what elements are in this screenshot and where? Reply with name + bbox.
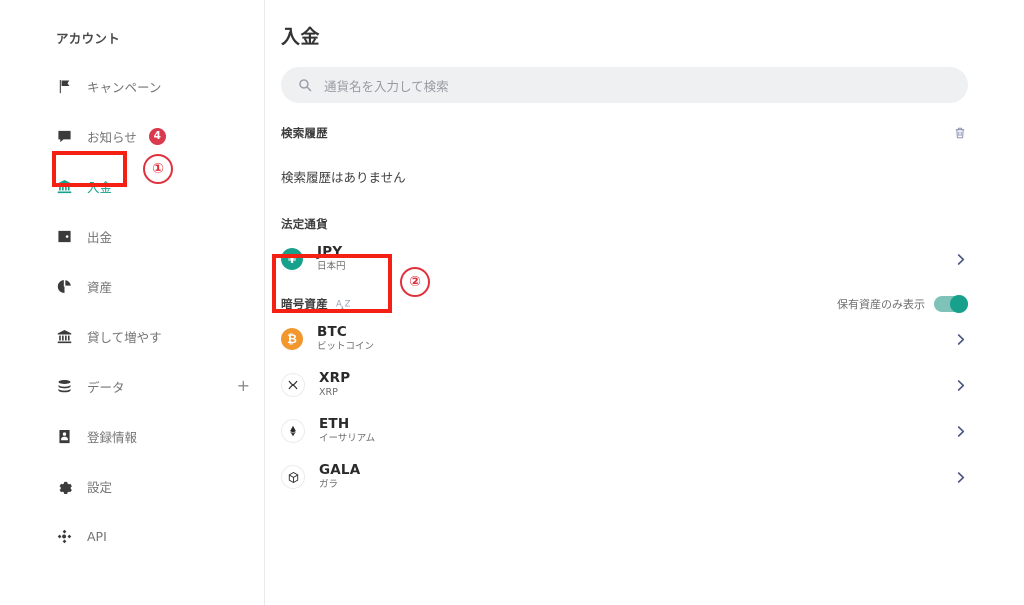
wallet-icon	[56, 228, 73, 245]
app-root: アカウント キャンペーン お知らせ 4 入金 出金 資産 貸して増やす データ …	[0, 0, 1024, 605]
xrp-icon	[281, 373, 305, 397]
sidebar-item-label: 登録情報	[87, 429, 138, 445]
fiat-asset-list: ¥ JPY 日本円	[281, 236, 968, 282]
asset-name: ビットコイン	[317, 341, 375, 353]
asset-symbol: ETH	[319, 415, 350, 432]
sidebar-nav: キャンペーン お知らせ 4 入金 出金 資産 貸して増やす データ + 登録情報…	[0, 73, 264, 549]
sidebar-item-data[interactable]: データ +	[0, 373, 264, 399]
search-placeholder: 通貨名を入力して検索	[324, 78, 449, 94]
asset-text: BTC ビットコイン	[317, 323, 375, 353]
toggle-knob	[950, 295, 968, 313]
asset-row-jpy[interactable]: ¥ JPY 日本円	[281, 236, 968, 282]
message-icon	[56, 128, 73, 145]
sidebar-item-label: 出金	[87, 229, 113, 245]
sidebar-item-assets[interactable]: 資産	[0, 273, 264, 299]
sidebar-item-label: 資産	[87, 279, 113, 295]
pie-chart-icon	[56, 278, 73, 295]
asset-name: 日本円	[317, 261, 346, 273]
asset-name: XRP	[319, 387, 338, 399]
main-content: 入金 通貨名を入力して検索 検索履歴 検索履歴はありません 法定通貨 ¥ JPY…	[265, 0, 1024, 605]
add-data-button[interactable]: +	[237, 378, 250, 394]
asset-text: GALA ガラ	[319, 461, 361, 491]
id-card-icon	[56, 428, 73, 445]
search-input[interactable]: 通貨名を入力して検索	[281, 67, 968, 103]
search-history-header: 検索履歴	[281, 125, 968, 141]
gala-cube-icon	[281, 465, 305, 489]
sidebar-item-registration-info[interactable]: 登録情報	[0, 423, 264, 449]
bitcoin-icon: ₿	[281, 328, 303, 350]
page-title: 入金	[281, 26, 321, 48]
asset-text: JPY 日本円	[317, 243, 346, 273]
asset-symbol: JPY	[317, 243, 343, 260]
trash-icon[interactable]	[952, 125, 968, 141]
sidebar-item-settings[interactable]: 設定	[0, 473, 264, 499]
sidebar-item-label: キャンペーン	[87, 79, 162, 95]
holdings-only-toggle[interactable]: 保有資産のみ表示	[837, 295, 968, 313]
bank-icon	[56, 328, 73, 345]
chevron-right-icon[interactable]	[953, 252, 968, 267]
sidebar-item-label: API	[87, 528, 107, 544]
sidebar-item-lending[interactable]: 貸して増やす	[0, 323, 264, 349]
asset-name: イーサリアム	[319, 433, 376, 445]
search-history-title: 検索履歴	[281, 126, 328, 140]
fiat-section-title: 法定通貨	[281, 217, 328, 231]
chevron-right-icon[interactable]	[953, 424, 968, 439]
ethereum-icon	[281, 419, 305, 443]
asset-row-eth[interactable]: ETH イーサリアム	[281, 408, 968, 454]
asset-row-xrp[interactable]: XRP XRP	[281, 362, 968, 408]
chevron-right-icon[interactable]	[953, 378, 968, 393]
sidebar-item-label: 入金	[87, 179, 113, 195]
search-history-empty: 検索履歴はありません	[281, 170, 406, 185]
yen-icon: ¥	[281, 248, 303, 270]
asset-symbol: XRP	[319, 369, 351, 386]
fiat-section-header: 法定通貨	[281, 216, 968, 232]
asset-name: ガラ	[319, 479, 339, 491]
crypto-section-title: 暗号資産	[281, 297, 328, 311]
toggle-track	[934, 295, 968, 313]
asset-row-gala[interactable]: GALA ガラ	[281, 454, 968, 500]
chevron-right-icon[interactable]	[953, 332, 968, 347]
sidebar-item-withdraw[interactable]: 出金	[0, 223, 264, 249]
flag-icon	[56, 78, 73, 95]
database-icon	[56, 378, 73, 395]
gear-icon	[56, 478, 73, 495]
chevron-right-icon[interactable]	[953, 470, 968, 485]
asset-text: XRP XRP	[319, 369, 351, 399]
sidebar: アカウント キャンペーン お知らせ 4 入金 出金 資産 貸して増やす データ …	[0, 0, 265, 605]
sort-az-icon[interactable]: A Z	[336, 297, 355, 311]
search-icon	[297, 78, 312, 93]
bank-icon	[56, 178, 73, 195]
sidebar-item-deposit[interactable]: 入金	[0, 173, 264, 199]
svg-text:Z: Z	[344, 300, 350, 310]
sidebar-item-label: データ	[87, 379, 125, 395]
sidebar-item-label: お知らせ	[87, 129, 137, 145]
sidebar-item-api[interactable]: API	[0, 523, 264, 549]
asset-text: ETH イーサリアム	[319, 415, 376, 445]
crypto-asset-list: ₿ BTC ビットコイン XRP XRP ETH イーサリアム GALA ガラ	[281, 316, 968, 500]
asset-symbol: BTC	[317, 323, 348, 340]
sidebar-item-label: 設定	[87, 479, 113, 495]
holdings-only-label: 保有資産のみ表示	[837, 298, 925, 311]
sidebar-heading: アカウント	[56, 31, 121, 46]
sidebar-item-label: 貸して増やす	[87, 329, 162, 345]
crypto-section-header: 暗号資産 A Z 保有資産のみ表示	[281, 295, 968, 313]
api-node-icon	[56, 528, 73, 545]
sidebar-item-campaign[interactable]: キャンペーン	[0, 73, 264, 99]
svg-text:A: A	[336, 300, 342, 310]
asset-row-btc[interactable]: ₿ BTC ビットコイン	[281, 316, 968, 362]
asset-symbol: GALA	[319, 461, 361, 478]
notification-badge: 4	[148, 127, 166, 145]
sidebar-item-notifications[interactable]: お知らせ 4	[0, 123, 264, 149]
